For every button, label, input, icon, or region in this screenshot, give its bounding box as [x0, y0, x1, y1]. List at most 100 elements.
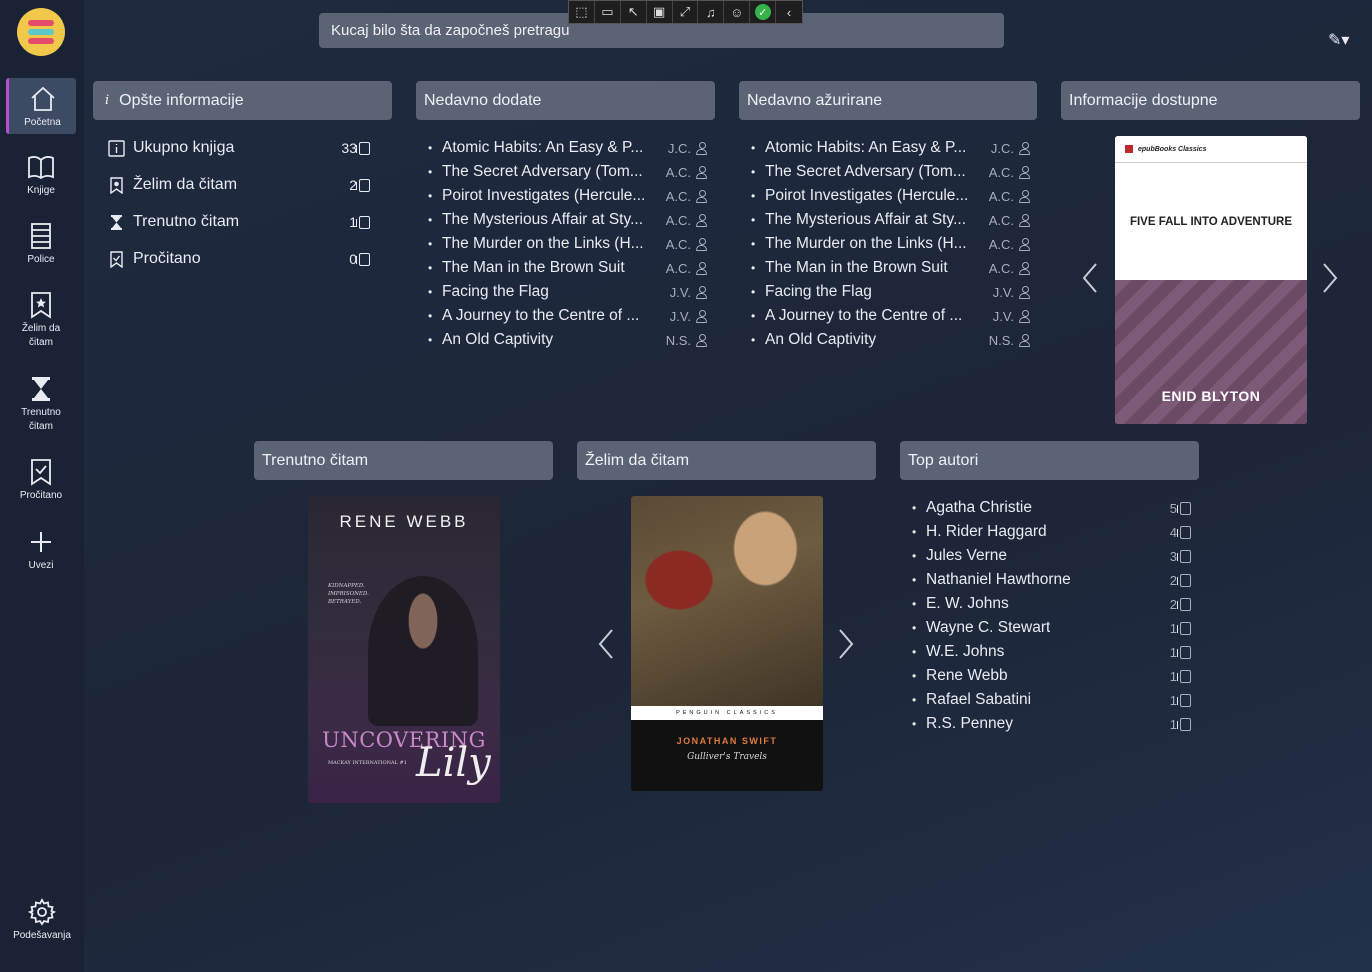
author-initials: A.C.	[665, 188, 691, 204]
book-author: A.C.	[666, 165, 707, 180]
stat-row-read[interactable]: Pročitano 0	[108, 247, 370, 271]
recently-updated-list: • Atomic Habits: An Easy & P... J.C. • The S…	[751, 136, 1030, 352]
cover-painting	[631, 496, 823, 706]
prev-arrow-icon[interactable]	[596, 628, 616, 668]
stat-row-currently-reading[interactable]: Trenutno čitam 1	[108, 210, 370, 234]
sidebar-item-label: Početna	[24, 117, 61, 128]
list-item[interactable]: • E. W. Johns 2	[912, 592, 1191, 616]
person-icon	[1019, 310, 1030, 323]
stat-label: Ukupno knjiga	[133, 139, 235, 156]
book-title: Facing the Flag	[442, 283, 549, 300]
sidebar-item-shelves[interactable]: Police	[6, 221, 76, 267]
book-icon	[356, 141, 370, 155]
author-book-count: 5	[1170, 501, 1191, 516]
list-item[interactable]: • Rene Webb 1	[912, 664, 1191, 688]
list-item[interactable]: • A Journey to the Centre of ... J.V.	[751, 304, 1030, 328]
edit-pen-icon[interactable]: ✎▾	[1328, 30, 1349, 50]
sidebar-item-label: Pročitano	[19, 490, 63, 501]
accessibility-icon[interactable]: ☺	[724, 1, 751, 23]
next-arrow-icon[interactable]	[1320, 262, 1340, 302]
sidebar-item-currently-reading[interactable]: Trenutno čitam	[6, 374, 76, 434]
book-author: J.V.	[993, 285, 1030, 300]
list-item[interactable]: • An Old Captivity N.S.	[428, 328, 707, 352]
panel-title: Opšte informacije	[119, 91, 244, 109]
select-icon[interactable]: ⬚	[569, 1, 595, 23]
list-item[interactable]: • Facing the Flag J.V.	[428, 280, 707, 304]
record-icon[interactable]: ▭	[595, 1, 621, 23]
bullet: •	[751, 165, 756, 179]
book-author: A.C.	[989, 237, 1030, 252]
sidebar-item-settings[interactable]: Podešavanja	[6, 897, 78, 943]
list-item[interactable]: • Agatha Christie 5	[912, 496, 1191, 520]
next-arrow-icon[interactable]	[836, 628, 856, 668]
list-item[interactable]: • The Man in the Brown Suit A.C.	[428, 256, 707, 280]
hourglass-icon	[32, 377, 50, 401]
book-cover-gullivers-travels[interactable]: PENGUIN CLASSICS JONATHAN SWIFT Gulliver…	[631, 496, 823, 791]
list-item[interactable]: • Facing the Flag J.V.	[751, 280, 1030, 304]
book-author: J.V.	[670, 309, 707, 324]
audio-icon[interactable]: ♫	[698, 1, 725, 23]
list-item[interactable]: • The Secret Adversary (Tom... A.C.	[751, 160, 1030, 184]
bullet: •	[428, 309, 433, 323]
author-initials: J.V.	[669, 284, 691, 300]
list-item[interactable]: • Atomic Habits: An Easy & P... J.C.	[428, 136, 707, 160]
bullet: •	[428, 261, 433, 275]
list-item[interactable]: • Wayne C. Stewart 1	[912, 616, 1191, 640]
sidebar-item-books[interactable]: Knjige	[6, 152, 76, 198]
book-icon	[1177, 501, 1191, 515]
check-icon[interactable]: ✓	[750, 1, 777, 23]
recently-updated-header: Nedavno ažurirane	[739, 81, 1037, 120]
person-icon	[1019, 286, 1030, 299]
sidebar-item-read[interactable]: Pročitano	[6, 457, 76, 503]
list-item[interactable]: • An Old Captivity N.S.	[751, 328, 1030, 352]
stat-row-total[interactable]: Ukupno knjiga 33	[108, 136, 370, 160]
pointer-icon[interactable]: ↖	[621, 1, 647, 23]
list-item[interactable]: • The Man in the Brown Suit A.C.	[751, 256, 1030, 280]
list-item[interactable]: • Poirot Investigates (Hercule... A.C.	[428, 184, 707, 208]
stat-count: 33	[341, 140, 370, 156]
cover-series: MACKAY INTERNATIONAL #1	[328, 760, 407, 766]
sidebar-item-want-to-read[interactable]: Želim da čitam	[6, 290, 76, 350]
list-item[interactable]: • W.E. Johns 1	[912, 640, 1191, 664]
book-cover-uncovering-lily[interactable]: RENE WEBB KIDNAPPED. IMPRISONED. BETRAYE…	[308, 496, 500, 803]
author-book-count: 1	[1170, 669, 1191, 684]
list-item[interactable]: • A Journey to the Centre of ... J.V.	[428, 304, 707, 328]
author-book-count: 2	[1170, 597, 1191, 612]
list-item[interactable]: • The Mysterious Affair at Sty... A.C.	[751, 208, 1030, 232]
list-item[interactable]: • The Mysterious Affair at Sty... A.C.	[428, 208, 707, 232]
sidebar-item-import[interactable]: Uvezi	[6, 527, 76, 573]
author-initials: J.V.	[992, 284, 1014, 300]
list-item[interactable]: • R.S. Penney 1	[912, 712, 1191, 736]
list-item[interactable]: • The Murder on the Links (H... A.C.	[428, 232, 707, 256]
author-count-value: 2	[1169, 572, 1177, 588]
book-cover-five-fall[interactable]: epubBooks Classics FIVE FALL INTO ADVENT…	[1115, 136, 1307, 424]
home-icon	[30, 86, 55, 111]
stat-row-want-to-read[interactable]: Želim da čitam 2	[108, 173, 370, 197]
bullet: •	[912, 549, 917, 563]
list-item[interactable]: • Nathaniel Hawthorne 2	[912, 568, 1191, 592]
person-icon	[696, 262, 707, 275]
book-title: Facing the Flag	[765, 283, 872, 300]
list-item[interactable]: • The Secret Adversary (Tom... A.C.	[428, 160, 707, 184]
author-count-value: 5	[1169, 500, 1177, 516]
stat-count: 1	[349, 214, 370, 230]
prev-arrow-icon[interactable]	[1080, 262, 1100, 302]
book-author: A.C.	[666, 213, 707, 228]
list-item[interactable]: • Rafael Sabatini 1	[912, 688, 1191, 712]
list-item[interactable]: • The Murder on the Links (H... A.C.	[751, 232, 1030, 256]
book-icon	[1177, 573, 1191, 587]
info-icon: i	[105, 93, 110, 108]
frame-icon[interactable]: ▣	[647, 1, 673, 23]
stat-count: 0	[349, 251, 370, 267]
list-item[interactable]: • Jules Verne 3	[912, 544, 1191, 568]
screen-select-icon[interactable]: ⤢	[673, 1, 699, 23]
sidebar-item-home[interactable]: Početna	[6, 78, 76, 134]
list-item[interactable]: • Poirot Investigates (Hercule... A.C.	[751, 184, 1030, 208]
sidebar-item-label: Trenutno čitam	[21, 407, 61, 432]
app-logo-icon[interactable]	[17, 8, 65, 56]
book-icon	[356, 178, 370, 192]
list-item[interactable]: • H. Rider Haggard 4	[912, 520, 1191, 544]
collapse-icon[interactable]: ‹	[776, 1, 802, 23]
cover-tagline: KIDNAPPED. IMPRISONED. BETRAYED.	[328, 583, 369, 605]
list-item[interactable]: • Atomic Habits: An Easy & P... J.C.	[751, 136, 1030, 160]
